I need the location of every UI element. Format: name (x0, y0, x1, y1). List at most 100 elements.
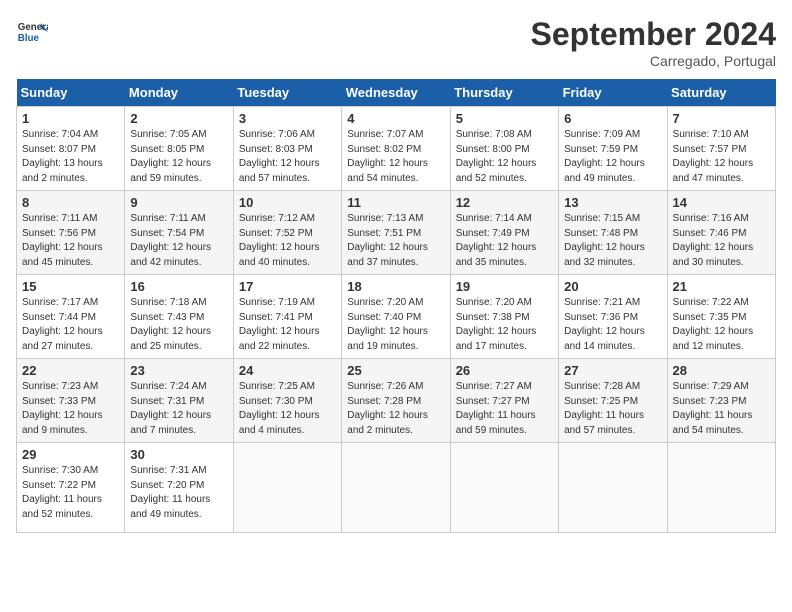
day-number: 11 (347, 195, 444, 210)
calendar-day-cell: 13 Sunrise: 7:15 AM Sunset: 7:48 PM Dayli… (559, 191, 667, 275)
day-info: Sunrise: 7:16 AM Sunset: 7:46 PM Dayligh… (673, 212, 770, 270)
day-info: Sunrise: 7:18 AM Sunset: 7:43 PM Dayligh… (130, 296, 227, 354)
day-number: 24 (239, 363, 336, 378)
day-info: Sunrise: 7:31 AM Sunset: 7:20 PM Dayligh… (130, 464, 227, 522)
day-info: Sunrise: 7:20 AM Sunset: 7:40 PM Dayligh… (347, 296, 444, 354)
day-number: 21 (673, 279, 770, 294)
calendar-day-cell: 26Sunrise: 7:27 AM Sunset: 7:27 PM Dayli… (450, 359, 558, 443)
day-info: Sunrise: 7:12 AM Sunset: 7:52 PM Dayligh… (239, 212, 336, 270)
weekday-header: Wednesday (342, 79, 450, 107)
calendar-day-cell: 23 Sunrise: 7:24 AM Sunset: 7:31 PM Dayli… (125, 359, 233, 443)
day-info: Sunrise: 7:25 AM Sunset: 7:30 PM Dayligh… (239, 380, 336, 438)
calendar-day-cell: 3 Sunrise: 7:06 AM Sunset: 8:03 PM Daylig… (233, 107, 341, 191)
calendar-day-cell: 6 Sunrise: 7:09 AM Sunset: 7:59 PM Daylig… (559, 107, 667, 191)
day-number: 12 (456, 195, 553, 210)
day-info: Sunrise: 7:28 AM Sunset: 7:25 PM Dayligh… (564, 380, 661, 438)
day-number: 29 (22, 447, 119, 462)
calendar-table: SundayMondayTuesdayWednesdayThursdayFrid… (16, 79, 776, 533)
calendar-day-cell (559, 443, 667, 533)
calendar-day-cell: 1 Sunrise: 7:04 AM Sunset: 8:07 PM Daylig… (17, 107, 125, 191)
day-info: Sunrise: 7:09 AM Sunset: 7:59 PM Dayligh… (564, 128, 661, 186)
calendar-day-cell: 8 Sunrise: 7:11 AM Sunset: 7:56 PM Daylig… (17, 191, 125, 275)
calendar-day-cell: 27 Sunrise: 7:28 AM Sunset: 7:25 PM Dayli… (559, 359, 667, 443)
day-number: 4 (347, 111, 444, 126)
day-number: 3 (239, 111, 336, 126)
calendar-day-cell: 21 Sunrise: 7:22 AM Sunset: 7:35 PM Dayli… (667, 275, 775, 359)
day-number: 8 (22, 195, 119, 210)
weekday-header: Friday (559, 79, 667, 107)
day-number: 27 (564, 363, 661, 378)
logo-icon: General Blue (16, 16, 48, 48)
day-info: Sunrise: 7:19 AM Sunset: 7:41 PM Dayligh… (239, 296, 336, 354)
day-number: 9 (130, 195, 227, 210)
day-info: Sunrise: 7:11 AM Sunset: 7:54 PM Dayligh… (130, 212, 227, 270)
calendar-day-cell: 7 Sunrise: 7:10 AM Sunset: 7:57 PM Daylig… (667, 107, 775, 191)
calendar-day-cell: 10 Sunrise: 7:12 AM Sunset: 7:52 PM Dayli… (233, 191, 341, 275)
day-number: 14 (673, 195, 770, 210)
calendar-day-cell: 14 Sunrise: 7:16 AM Sunset: 7:46 PM Dayli… (667, 191, 775, 275)
day-number: 22 (22, 363, 119, 378)
calendar-day-cell: 25 Sunrise: 7:26 AM Sunset: 7:28 PM Dayli… (342, 359, 450, 443)
day-info: Sunrise: 7:26 AM Sunset: 7:28 PM Dayligh… (347, 380, 444, 438)
day-number: 10 (239, 195, 336, 210)
calendar-day-cell: 5Sunrise: 7:08 AM Sunset: 8:00 PM Daylig… (450, 107, 558, 191)
calendar-day-cell: 20 Sunrise: 7:21 AM Sunset: 7:36 PM Dayli… (559, 275, 667, 359)
weekday-header: Tuesday (233, 79, 341, 107)
day-number: 13 (564, 195, 661, 210)
day-info: Sunrise: 7:06 AM Sunset: 8:03 PM Dayligh… (239, 128, 336, 186)
title-block: September 2024 Carregado, Portugal (531, 16, 776, 69)
day-info: Sunrise: 7:10 AM Sunset: 7:57 PM Dayligh… (673, 128, 770, 186)
month-title: September 2024 (531, 16, 776, 53)
calendar-day-cell: 16Sunrise: 7:18 AM Sunset: 7:43 PM Dayli… (125, 275, 233, 359)
calendar-day-cell: 9 Sunrise: 7:11 AM Sunset: 7:54 PM Daylig… (125, 191, 233, 275)
svg-text:Blue: Blue (18, 33, 40, 44)
calendar-day-cell: 17 Sunrise: 7:19 AM Sunset: 7:41 PM Dayli… (233, 275, 341, 359)
day-info: Sunrise: 7:13 AM Sunset: 7:51 PM Dayligh… (347, 212, 444, 270)
day-number: 28 (673, 363, 770, 378)
day-info: Sunrise: 7:11 AM Sunset: 7:56 PM Dayligh… (22, 212, 119, 270)
calendar-day-cell: 4 Sunrise: 7:07 AM Sunset: 8:02 PM Daylig… (342, 107, 450, 191)
day-number: 7 (673, 111, 770, 126)
day-number: 6 (564, 111, 661, 126)
day-info: Sunrise: 7:07 AM Sunset: 8:02 PM Dayligh… (347, 128, 444, 186)
day-info: Sunrise: 7:22 AM Sunset: 7:35 PM Dayligh… (673, 296, 770, 354)
calendar-day-cell (450, 443, 558, 533)
day-number: 20 (564, 279, 661, 294)
calendar-day-cell: 18 Sunrise: 7:20 AM Sunset: 7:40 PM Dayli… (342, 275, 450, 359)
weekday-header: Saturday (667, 79, 775, 107)
calendar-day-cell: 15Sunrise: 7:17 AM Sunset: 7:44 PM Dayli… (17, 275, 125, 359)
calendar-week-row: 1 Sunrise: 7:04 AM Sunset: 8:07 PM Daylig… (17, 107, 776, 191)
weekday-header-row: SundayMondayTuesdayWednesdayThursdayFrid… (17, 79, 776, 107)
day-number: 17 (239, 279, 336, 294)
calendar-day-cell: 19Sunrise: 7:20 AM Sunset: 7:38 PM Dayli… (450, 275, 558, 359)
day-info: Sunrise: 7:14 AM Sunset: 7:49 PM Dayligh… (456, 212, 553, 270)
day-number: 25 (347, 363, 444, 378)
calendar-week-row: 29Sunrise: 7:30 AM Sunset: 7:22 PM Dayli… (17, 443, 776, 533)
day-number: 2 (130, 111, 227, 126)
weekday-header: Thursday (450, 79, 558, 107)
page-header: General Blue September 2024 Carregado, P… (16, 16, 776, 69)
day-number: 1 (22, 111, 119, 126)
day-number: 26 (456, 363, 553, 378)
day-number: 23 (130, 363, 227, 378)
calendar-day-cell (667, 443, 775, 533)
day-info: Sunrise: 7:17 AM Sunset: 7:44 PM Dayligh… (22, 296, 119, 354)
calendar-day-cell (233, 443, 341, 533)
day-info: Sunrise: 7:29 AM Sunset: 7:23 PM Dayligh… (673, 380, 770, 438)
weekday-header: Sunday (17, 79, 125, 107)
calendar-day-cell: 28 Sunrise: 7:29 AM Sunset: 7:23 PM Dayli… (667, 359, 775, 443)
day-number: 18 (347, 279, 444, 294)
day-info: Sunrise: 7:21 AM Sunset: 7:36 PM Dayligh… (564, 296, 661, 354)
weekday-header: Monday (125, 79, 233, 107)
calendar-day-cell: 30Sunrise: 7:31 AM Sunset: 7:20 PM Dayli… (125, 443, 233, 533)
calendar-day-cell: 29Sunrise: 7:30 AM Sunset: 7:22 PM Dayli… (17, 443, 125, 533)
day-number: 5 (456, 111, 553, 126)
day-info: Sunrise: 7:04 AM Sunset: 8:07 PM Dayligh… (22, 128, 119, 186)
day-info: Sunrise: 7:24 AM Sunset: 7:31 PM Dayligh… (130, 380, 227, 438)
calendar-day-cell: 12 Sunrise: 7:14 AM Sunset: 7:49 PM Dayli… (450, 191, 558, 275)
location: Carregado, Portugal (531, 53, 776, 69)
calendar-day-cell: 11 Sunrise: 7:13 AM Sunset: 7:51 PM Dayli… (342, 191, 450, 275)
calendar-day-cell (342, 443, 450, 533)
calendar-week-row: 8 Sunrise: 7:11 AM Sunset: 7:56 PM Daylig… (17, 191, 776, 275)
day-info: Sunrise: 7:15 AM Sunset: 7:48 PM Dayligh… (564, 212, 661, 270)
